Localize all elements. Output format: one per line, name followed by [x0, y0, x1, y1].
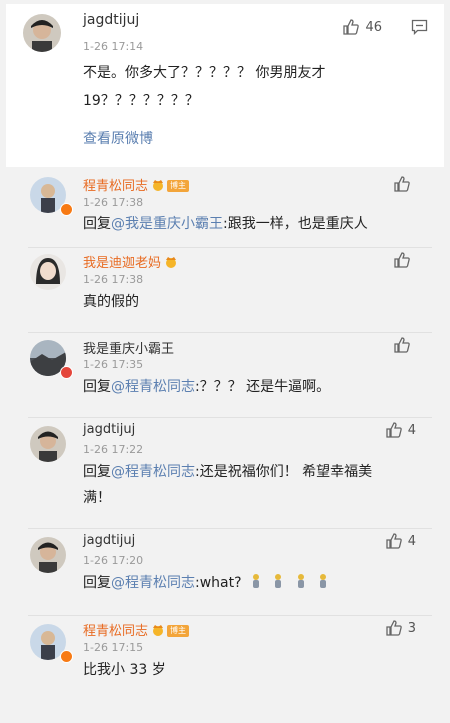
crown-emoji-icon	[166, 257, 177, 268]
comment-text-line2: 19？？？？？？？	[83, 93, 199, 109]
timestamp: 1-26 17:20	[83, 554, 144, 567]
username-text: 程青松同志	[83, 179, 149, 194]
username-text: 程青松同志	[83, 624, 149, 639]
like-count: 3	[407, 620, 416, 636]
username[interactable]: jagdtijuj	[83, 12, 139, 28]
reply-body: :？？？ 还是牛逼啊。	[195, 379, 331, 395]
poster-tag: 博主	[167, 180, 190, 192]
crown-emoji-icon	[153, 625, 164, 636]
username[interactable]: 我是重庆小霸王	[83, 338, 174, 357]
thumbs-up-icon	[394, 252, 410, 268]
username[interactable]: 我是迪迦老妈	[83, 252, 178, 271]
reply-text: 回复@我是重庆小霸王:跟我一样，也是重庆人	[83, 213, 428, 235]
like-button[interactable]	[393, 336, 416, 354]
list-item: 程青松同志 博主 1-26 17:15 3 比我小 33 岁	[6, 616, 444, 716]
figure-emoji-icon	[275, 574, 282, 588]
timestamp: 1-26 17:38	[83, 273, 144, 286]
username[interactable]: 程青松同志 博主	[83, 175, 190, 194]
timestamp: 1-26 17:14	[83, 40, 144, 53]
like-button[interactable]: 4	[385, 421, 416, 439]
username[interactable]: jagdtijuj	[83, 422, 135, 437]
like-count: 4	[407, 533, 416, 549]
username-text: 我是迪迦老妈	[83, 256, 162, 271]
verified-badge	[60, 650, 73, 663]
reply-body: :what?	[195, 575, 242, 591]
timestamp: 1-26 17:15	[83, 641, 144, 654]
reply-body: :还是祝福你们！ 希望幸福美	[195, 464, 373, 480]
thumbs-up-icon	[386, 533, 402, 549]
figure-emoji-icon	[297, 574, 304, 588]
thumbs-up-icon	[386, 422, 402, 438]
like-button[interactable]	[393, 175, 416, 193]
reply-prefix: 回复	[83, 379, 111, 395]
list-item: jagdtijuj 1-26 17:20 4 回复@程青松同志:what?	[6, 529, 444, 615]
list-item: 我是重庆小霸王 1-26 17:35 回复@程青松同志:？？？ 还是牛逼啊。	[6, 333, 444, 417]
avatar[interactable]	[30, 537, 66, 573]
thumbs-up-icon	[343, 19, 360, 35]
list-item: 程青松同志 博主 1-26 17:38 回复@我是重庆小霸王:跟我一样，也是重庆人	[6, 167, 444, 247]
like-button[interactable]	[393, 251, 416, 269]
username[interactable]: jagdtijuj	[83, 533, 135, 548]
avatar[interactable]	[23, 14, 61, 52]
thumbs-up-icon	[386, 620, 402, 636]
like-count: 4	[407, 422, 416, 438]
crown-emoji-icon	[153, 180, 164, 191]
poster-tag: 博主	[167, 625, 190, 637]
reply-prefix: 回复	[83, 216, 111, 232]
list-item: 我是迪迦老妈 1-26 17:38 真的假的	[6, 248, 444, 332]
timestamp: 1-26 17:38	[83, 196, 144, 209]
mention-link[interactable]: @我是重庆小霸王	[111, 216, 223, 232]
reply-prefix: 回复	[83, 464, 111, 480]
like-button[interactable]: 4	[385, 532, 416, 550]
like-button[interactable]: 46	[342, 18, 382, 36]
reply-prefix: 回复	[83, 575, 111, 591]
avatar[interactable]	[30, 426, 66, 462]
thumbs-up-icon	[394, 176, 410, 192]
timestamp: 1-26 17:22	[83, 443, 144, 456]
reply-text-line2: 满！	[83, 490, 111, 506]
like-button[interactable]: 3	[385, 619, 416, 637]
reply-text: 比我小 33 岁	[83, 662, 166, 678]
mention-link[interactable]: @程青松同志	[111, 575, 195, 591]
reply-text: 回复@程青松同志:还是祝福你们！ 希望幸福美	[83, 461, 428, 483]
thumbs-up-icon	[394, 337, 410, 353]
status-badge	[60, 366, 73, 379]
like-count: 46	[365, 19, 382, 35]
comment-icon[interactable]	[411, 19, 428, 39]
mention-link[interactable]: @程青松同志	[111, 464, 195, 480]
avatar[interactable]	[30, 254, 66, 290]
username[interactable]: 程青松同志 博主	[83, 620, 190, 639]
reply-list: 程青松同志 博主 1-26 17:38 回复@我是重庆小霸王:跟我一样，也是重庆人…	[6, 167, 444, 719]
reply-text: 真的假的	[83, 294, 139, 310]
mention-link[interactable]: @程青松同志	[111, 379, 195, 395]
reply-body: :跟我一样，也是重庆人	[223, 216, 368, 232]
reply-text: 回复@程青松同志:？？？ 还是牛逼啊。	[83, 376, 428, 398]
figure-emoji-icon	[320, 574, 327, 588]
main-comment: jagdtijuj 1-26 17:14 46 不是。你多大了？？？？？ 你男朋…	[6, 4, 444, 167]
verified-badge	[60, 203, 73, 216]
view-original-link[interactable]: 查看原微博	[83, 128, 153, 148]
list-item: jagdtijuj 1-26 17:22 4 回复@程青松同志:还是祝福你们！ …	[6, 418, 444, 528]
timestamp: 1-26 17:35	[83, 358, 144, 371]
comment-text-line1: 不是。你多大了？？？？？ 你男朋友才	[83, 65, 326, 81]
figure-emoji-icon	[253, 574, 259, 588]
reply-text: 回复@程青松同志:what?	[83, 572, 428, 594]
